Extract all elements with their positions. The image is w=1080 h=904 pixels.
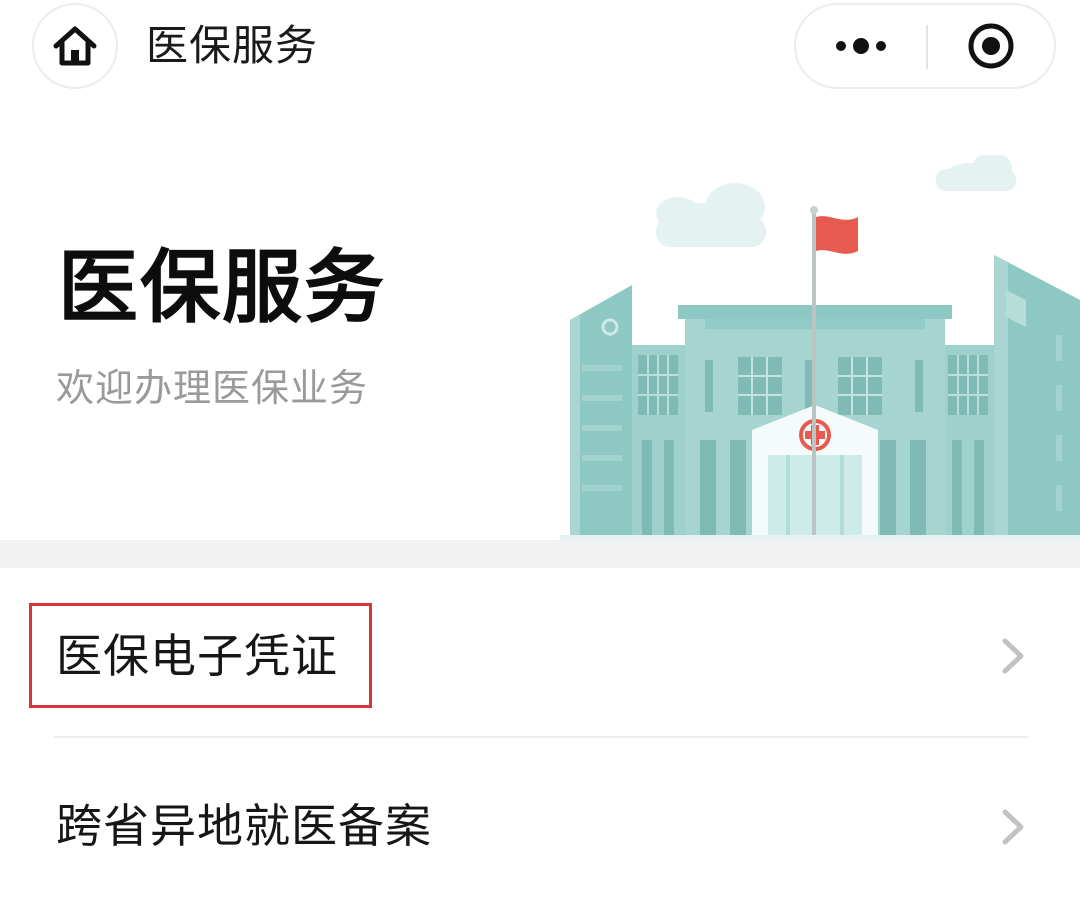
miniprogram-capsule <box>794 3 1056 89</box>
more-dots-icon <box>836 38 886 54</box>
list-item-cross-province-medical-filing[interactable]: 跨省异地就医备案 <box>0 736 1080 904</box>
hero-title: 医保服务 <box>58 241 386 334</box>
navigation-bar: 医保服务 <box>0 0 1080 95</box>
hero-banner: 医保服务 欢迎办理医保业务 <box>0 95 1080 540</box>
chevron-right-icon <box>1002 638 1024 674</box>
list-item-label: 跨省异地就医备案 <box>56 799 432 853</box>
cloud-icon <box>656 183 766 247</box>
list-item-medical-insurance-e-certificate[interactable]: 医保电子凭证 <box>0 568 1080 738</box>
chevron-right-icon <box>1002 809 1024 845</box>
list-item-label: 医保电子凭证 <box>56 629 338 683</box>
navbar-title: 医保服务 <box>146 21 319 70</box>
hospital-building-illustration <box>560 155 1080 540</box>
section-separator <box>0 540 1080 568</box>
home-icon <box>53 26 97 66</box>
more-button[interactable] <box>796 5 926 87</box>
service-list: 医保电子凭证 跨省异地就医备案 <box>0 568 1080 885</box>
flag-icon <box>816 216 858 254</box>
hero-subtitle: 欢迎办理医保业务 <box>56 366 369 410</box>
close-button[interactable] <box>928 5 1054 87</box>
cloud-icon <box>936 155 1016 191</box>
home-button[interactable] <box>32 3 118 89</box>
target-close-icon <box>968 23 1014 69</box>
